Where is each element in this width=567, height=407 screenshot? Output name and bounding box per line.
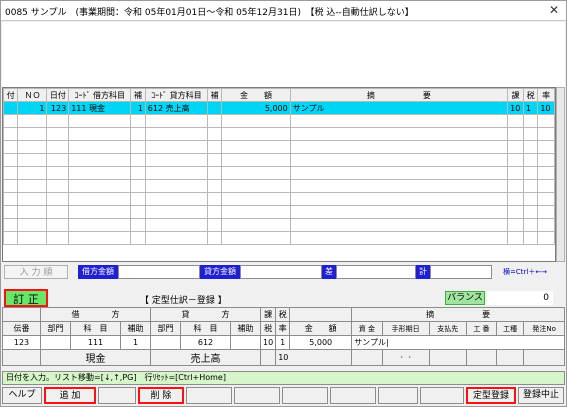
template-register-button[interactable]: 定型登録 <box>466 387 516 404</box>
col-no: ＮＯ <box>17 88 48 102</box>
credit-dept-field[interactable] <box>150 335 181 350</box>
cell-amount: 5,000 <box>221 101 291 115</box>
window-title: 0085 サンプル (事業期間：令和 05年01月01日～令和 05年12月31… <box>1 1 566 21</box>
entry-h-account: 科 目 <box>70 321 121 336</box>
col-amount: 金 額 <box>221 88 291 102</box>
f5-button[interactable] <box>186 387 232 404</box>
grid-scrollbar[interactable] <box>556 87 565 262</box>
add-button[interactable]: 追 加 <box>44 387 96 404</box>
col-credit: ｺｰﾄﾞ 貸方科目 <box>144 88 208 102</box>
cell-debit-sub: 1 <box>130 101 146 115</box>
col-credit-sub: 補 <box>206 88 223 102</box>
entry-h-m3: 支払先 <box>428 321 467 336</box>
debit-account-field[interactable]: 111 <box>70 335 121 350</box>
entry-h-amount: 金 額 <box>289 321 353 336</box>
col-ka: 課 <box>507 88 524 102</box>
credit-total-value <box>240 265 322 279</box>
f10-button[interactable] <box>420 387 464 404</box>
entry-head-credit: 貸 方 <box>150 307 261 322</box>
cell-tax: 1 <box>522 101 539 115</box>
cell-debit: 111 現金 <box>68 101 132 115</box>
debit-total-value <box>118 265 200 279</box>
entry-h-m4: 工 番 <box>465 321 498 336</box>
entry-h-dept: 部門 <box>40 321 71 336</box>
entry-h-sub: 補助 <box>120 321 151 336</box>
sum-label: 計 <box>416 265 430 279</box>
f3-button[interactable] <box>98 387 136 404</box>
f7-button[interactable] <box>282 387 328 404</box>
f9-button[interactable] <box>378 387 418 404</box>
slip-number-field[interactable]: 123 <box>2 335 41 350</box>
entry-h-caccount: 科 目 <box>180 321 231 336</box>
entry-table: 借 方 貸 方 課 税 摘 要 伝番 部門 科 目 補助 部門 科 目 補助 税… <box>2 307 565 366</box>
entry-head-tax: 税 <box>275 307 291 322</box>
tax-rate-field[interactable]: 1 <box>275 335 291 350</box>
balance-value: 0 <box>487 291 553 305</box>
credit-sub-field[interactable] <box>230 335 261 350</box>
close-icon[interactable]: ✕ <box>545 3 563 17</box>
cell-credit-sub <box>206 101 223 115</box>
entry-h-ka: 税 <box>259 321 277 336</box>
entry-head-memo: 摘 要 <box>351 307 565 322</box>
credit-account-name: 売上高 <box>150 349 261 366</box>
entry-h-csub: 補助 <box>230 321 261 336</box>
tax-class-name: 10 <box>275 349 353 366</box>
debit-total-label: 借方金額 <box>78 265 118 279</box>
status-bar: 日付を入力。リスト移動=[↓,↑,PG] 行ﾘｾｯﾄ=[Ctrl+Home] <box>2 371 565 385</box>
scroll-hint: 横=Ctrl＋←→ <box>503 268 548 276</box>
cancel-register-button[interactable]: 登録中止 <box>518 387 564 404</box>
col-date: 日付 <box>46 88 70 102</box>
entry-h-slip: 伝番 <box>2 321 41 336</box>
help-button[interactable]: ヘルプ <box>2 387 42 404</box>
cell-no: 1 <box>17 101 48 115</box>
entry-h-m1: 資 金 <box>351 321 383 336</box>
f8-button[interactable] <box>330 387 376 404</box>
input-order-button[interactable]: 入 力 順 <box>4 265 68 279</box>
cell-flag <box>2 101 19 115</box>
debit-sub-field[interactable]: 1 <box>120 335 151 350</box>
amount-field[interactable]: 5,000 <box>289 335 353 350</box>
cell-memo: サンプル <box>289 101 509 115</box>
cell-credit: 612 売上高 <box>144 101 208 115</box>
entry-h-m6: 発注No <box>523 321 565 336</box>
col-debit-sub: 補 <box>130 88 146 102</box>
dots: ・・ <box>381 349 430 366</box>
mode-indicator: 訂 正 <box>4 289 48 307</box>
entry-h-rate: 率 <box>275 321 291 336</box>
entry-h-m5: 工種 <box>496 321 525 336</box>
f6-button[interactable] <box>234 387 280 404</box>
cell-rate: 10 <box>537 101 555 115</box>
col-debit: ｺｰﾄﾞ 借方科目 <box>68 88 132 102</box>
diff-label: 差 <box>322 265 336 279</box>
entry-h-cdept: 部門 <box>150 321 181 336</box>
memo-field[interactable]: サンプル| <box>351 335 565 350</box>
cell-ka: 10 <box>507 101 524 115</box>
col-flag: 付 <box>2 88 19 102</box>
grid-header-row: 付 ＮＯ 日付 ｺｰﾄﾞ 借方科目 補 ｺｰﾄﾞ 貸方科目 補 金 額 摘 要 … <box>2 88 555 102</box>
tax-class-field[interactable]: 10 <box>259 335 277 350</box>
table-row[interactable]: 1 123 111 現金 1 612 売上高 5,000 サンプル 10 1 1… <box>2 101 555 115</box>
blank-area <box>2 22 565 87</box>
diff-value <box>336 265 416 279</box>
entry-h-m2: 手形期日 <box>381 321 430 336</box>
credit-total-label: 貸方金額 <box>200 265 240 279</box>
entry-head-debit: 借 方 <box>40 307 151 322</box>
col-tax: 税 <box>522 88 539 102</box>
delete-button[interactable]: 削 除 <box>138 387 184 404</box>
entry-head-ka: 課 <box>259 307 277 322</box>
balance-label: バランス <box>445 291 485 305</box>
col-memo: 摘 要 <box>289 88 509 102</box>
debit-account-name: 現金 <box>40 349 151 366</box>
credit-account-field[interactable]: 612 <box>180 335 231 350</box>
journal-grid[interactable]: 付 ＮＯ 日付 ｺｰﾄﾞ 借方科目 補 ｺｰﾄﾞ 貸方科目 補 金 額 摘 要 … <box>2 87 556 262</box>
entry-title: 【 定型仕訳－登録 】 <box>140 296 227 306</box>
sum-value <box>430 265 492 279</box>
debit-dept-field[interactable] <box>40 335 71 350</box>
cell-date: 123 <box>46 101 70 115</box>
col-rate: 率 <box>537 88 555 102</box>
